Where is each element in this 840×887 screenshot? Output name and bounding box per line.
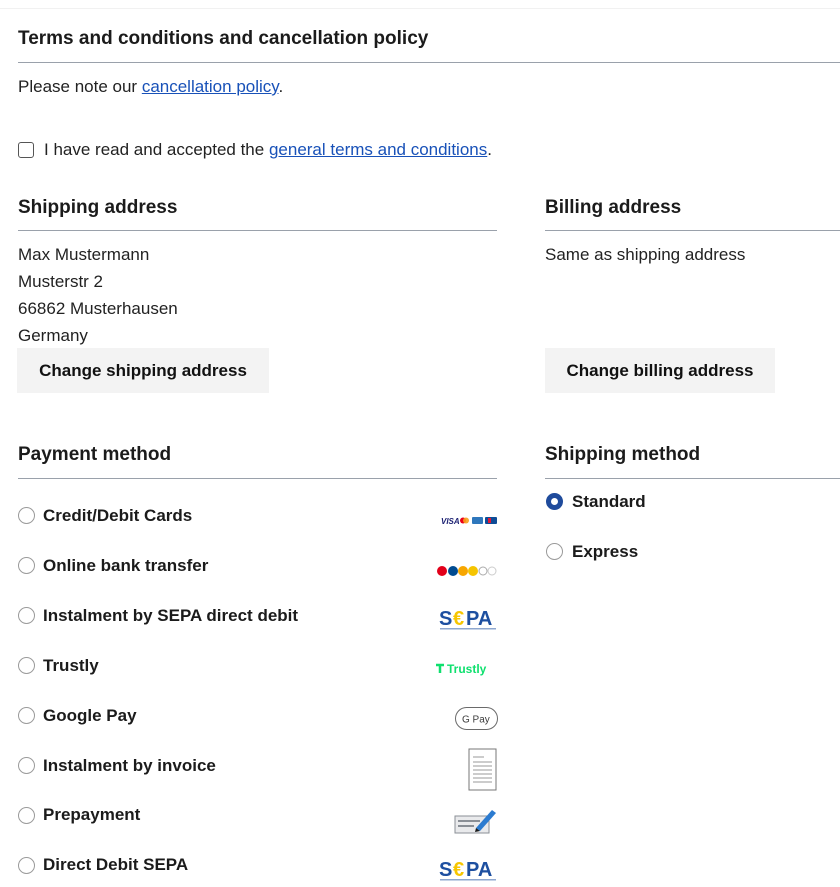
billing-address-divider bbox=[545, 230, 840, 231]
payment-radio-trustly[interactable] bbox=[18, 657, 35, 674]
sepa-logo-s: S bbox=[439, 859, 452, 881]
accept-terms-checkbox[interactable] bbox=[18, 142, 34, 158]
shipping-street: Musterstr 2 bbox=[18, 272, 104, 291]
billing-address-title: Billing address bbox=[545, 197, 682, 218]
payment-label-invoice-instalment[interactable]: Instalment by invoice bbox=[43, 756, 216, 776]
payment-radio-google-pay[interactable] bbox=[18, 707, 35, 724]
accept-terms-prefix: I have read and accepted the bbox=[44, 140, 269, 159]
sepa-logo-pa: PA bbox=[466, 608, 492, 630]
sepa-logo-pa: PA bbox=[466, 859, 492, 881]
prepayment-icon bbox=[454, 810, 496, 834]
accept-terms-label: I have read and accepted the general ter… bbox=[44, 140, 492, 160]
payment-label-trustly[interactable]: Trustly bbox=[43, 656, 99, 676]
payment-radio-invoice-instalment[interactable] bbox=[18, 757, 35, 774]
shipping-radio-standard[interactable] bbox=[546, 493, 563, 510]
payment-label-credit-cards[interactable]: Credit/Debit Cards bbox=[43, 506, 192, 526]
payment-method-title: Payment method bbox=[18, 444, 172, 465]
payment-label-direct-debit-sepa[interactable]: Direct Debit SEPA bbox=[43, 855, 188, 875]
google-pay-logo-text: G Pay bbox=[462, 715, 490, 726]
payment-label-google-pay[interactable]: Google Pay bbox=[43, 706, 137, 726]
sepa-logo: S € PA bbox=[439, 859, 496, 881]
top-divider bbox=[0, 8, 840, 9]
payment-radio-credit-cards[interactable] bbox=[18, 507, 35, 524]
sepa-logo: S € PA bbox=[439, 608, 496, 630]
payment-radio-prepayment[interactable] bbox=[18, 807, 35, 824]
cancellation-note-prefix: Please note our bbox=[18, 77, 142, 96]
payment-radio-sepa-instalment[interactable] bbox=[18, 607, 35, 624]
trustly-logo-text: Trustly bbox=[447, 662, 487, 676]
payment-label-prepayment[interactable]: Prepayment bbox=[43, 805, 140, 825]
shipping-method-title: Shipping method bbox=[545, 444, 701, 465]
google-pay-logo: G Pay bbox=[455, 707, 498, 730]
trustly-logo: Trustly bbox=[436, 662, 487, 676]
billing-same-as-shipping: Same as shipping address bbox=[545, 245, 746, 264]
sepa-logo-euro: € bbox=[453, 608, 464, 630]
shipping-method-divider bbox=[545, 478, 840, 479]
payment-radio-direct-debit-sepa[interactable] bbox=[18, 857, 35, 874]
sepa-logo-euro: € bbox=[453, 859, 464, 881]
change-billing-address-button[interactable]: Change billing address bbox=[545, 348, 775, 393]
card-brands-logo: VISA bbox=[441, 517, 497, 526]
cancellation-note: Please note our cancellation policy. bbox=[18, 77, 283, 97]
payment-label-bank-transfer[interactable]: Online bank transfer bbox=[43, 556, 208, 576]
shipping-radio-express[interactable] bbox=[546, 543, 563, 560]
payment-method-divider bbox=[18, 478, 497, 479]
shipping-country: Germany bbox=[18, 326, 88, 345]
invoice-document-icon bbox=[468, 748, 497, 791]
cancellation-note-suffix: . bbox=[278, 77, 284, 96]
accept-terms-suffix: . bbox=[487, 140, 492, 159]
general-terms-link[interactable]: general terms and conditions bbox=[269, 140, 487, 159]
visa-logo-text: VISA bbox=[441, 517, 460, 526]
change-shipping-address-button[interactable]: Change shipping address bbox=[17, 348, 269, 393]
shipping-address-title: Shipping address bbox=[18, 197, 178, 218]
bank-transfer-logo bbox=[437, 566, 497, 576]
payment-radio-bank-transfer[interactable] bbox=[18, 557, 35, 574]
shipping-address-divider bbox=[18, 230, 497, 231]
sepa-logo-s: S bbox=[439, 608, 452, 630]
shipping-label-standard[interactable]: Standard bbox=[572, 492, 646, 512]
terms-title: Terms and conditions and cancellation po… bbox=[18, 28, 429, 49]
payment-label-sepa-instalment[interactable]: Instalment by SEPA direct debit bbox=[43, 606, 298, 626]
cancellation-policy-link[interactable]: cancellation policy bbox=[142, 77, 279, 96]
shipping-name: Max Mustermann bbox=[18, 245, 150, 264]
shipping-city: 66862 Musterhausen bbox=[18, 299, 178, 318]
terms-divider bbox=[18, 62, 840, 63]
shipping-label-express[interactable]: Express bbox=[572, 542, 638, 562]
